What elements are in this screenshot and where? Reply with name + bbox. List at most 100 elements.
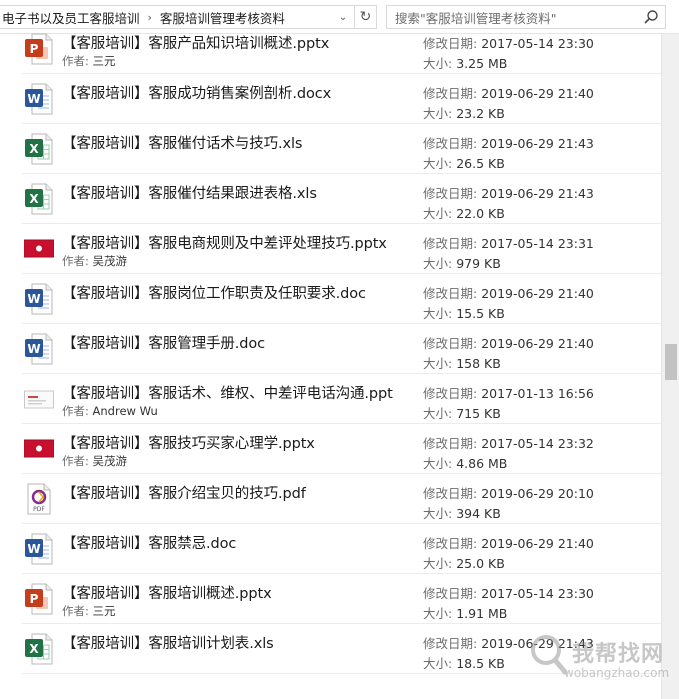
- file-row[interactable]: PDF 【客服培训】客服介绍宝贝的技巧.pdf 修改日期: 2019-06-29 2…: [0, 474, 661, 524]
- file-size: 大小: 715 KB: [423, 403, 501, 422]
- file-row[interactable]: P 【客服培训】客服培训概述.pptx 作者: 三元 修改日期: 2017-05-14…: [0, 574, 661, 624]
- file-row[interactable]: X 【客服培训】客服培训计划表.xls 修改日期: 2019-06-29 21:43…: [0, 624, 661, 674]
- author-label: 作者:: [62, 454, 89, 468]
- author-value: 吴茂游: [92, 254, 128, 268]
- file-row[interactable]: P 【客服培训】客服产品知识培训概述.pptx 作者: 三元 修改日期: 2017-0…: [0, 24, 661, 74]
- file-name[interactable]: 【客服培训】客服话术、维权、中差评电话沟通.ppt: [62, 382, 393, 403]
- svg-text:P: P: [30, 42, 39, 56]
- file-row[interactable]: W 【客服培训】客服管理手册.doc 修改日期: 2019-06-29 21:40 大…: [0, 324, 661, 374]
- file-row[interactable]: W 【客服培训】客服禁忌.doc 修改日期: 2019-06-29 21:40 大小:…: [0, 524, 661, 574]
- file-list: P 【客服培训】客服产品知识培训概述.pptx 作者: 三元 修改日期: 2017-0…: [0, 24, 661, 699]
- word-icon: W: [24, 333, 54, 365]
- file-name[interactable]: 【客服培训】客服禁忌.doc: [62, 532, 236, 553]
- author-value: Andrew Wu: [92, 404, 158, 418]
- author-label: 作者:: [62, 404, 89, 418]
- author-value: 吴茂游: [92, 454, 128, 468]
- author-value: 三元: [92, 604, 116, 618]
- file-name[interactable]: 【客服培训】客服培训计划表.xls: [62, 632, 274, 653]
- file-name[interactable]: 【客服培训】客服成功销售案例剖析.docx: [62, 82, 331, 103]
- modified-value: 2017-05-14 23:30: [481, 586, 594, 601]
- size-label: 大小:: [423, 106, 453, 121]
- slide-thumbnail-icon: [23, 433, 55, 465]
- file-name[interactable]: 【客服培训】客服岗位工作职责及任职要求.doc: [62, 282, 366, 303]
- file-modified: 修改日期: 2019-06-29 21:40: [423, 533, 594, 552]
- search-icon[interactable]: [643, 9, 659, 25]
- author-value: 三元: [92, 54, 116, 68]
- modified-value: 2019-06-29 21:43: [481, 636, 594, 651]
- file-size: 大小: 1.91 MB: [423, 603, 507, 622]
- size-label: 大小:: [423, 256, 453, 271]
- scrollbar-thumb[interactable]: [665, 344, 677, 380]
- svg-text:P: P: [30, 592, 39, 606]
- file-modified: 修改日期: 2019-06-29 20:10: [423, 483, 594, 502]
- size-label: 大小:: [423, 606, 453, 621]
- modified-value: 2019-06-29 21:40: [481, 336, 594, 351]
- size-value: 22.0 KB: [456, 206, 505, 221]
- excel-icon: X: [24, 633, 54, 665]
- modified-value: 2019-06-29 21:43: [481, 136, 594, 151]
- modified-label: 修改日期:: [423, 86, 478, 101]
- modified-label: 修改日期:: [423, 386, 478, 401]
- file-name[interactable]: 【客服培训】客服技巧买家心理学.pptx: [62, 432, 315, 453]
- pdf-icon: PDF: [24, 483, 54, 515]
- modified-label: 修改日期:: [423, 436, 478, 451]
- file-modified: 修改日期: 2019-06-29 21:43: [423, 133, 594, 152]
- modified-label: 修改日期:: [423, 586, 478, 601]
- file-modified: 修改日期: 2017-05-14 23:30: [423, 33, 594, 52]
- author-label: 作者:: [62, 604, 89, 618]
- modified-label: 修改日期:: [423, 36, 478, 51]
- file-author: 作者: 吴茂游: [62, 253, 127, 269]
- file-name[interactable]: 【客服培训】客服产品知识培训概述.pptx: [62, 32, 329, 53]
- file-name[interactable]: 【客服培训】客服管理手册.doc: [62, 332, 265, 353]
- file-name[interactable]: 【客服培训】客服催付结果跟进表格.xls: [62, 182, 317, 203]
- powerpoint-icon: P: [24, 583, 54, 615]
- modified-label: 修改日期:: [423, 486, 478, 501]
- file-name[interactable]: 【客服培训】客服培训概述.pptx: [62, 582, 272, 603]
- svg-text:PDF: PDF: [33, 506, 45, 513]
- author-label: 作者:: [62, 54, 89, 68]
- file-size: 大小: 158 KB: [423, 353, 501, 372]
- size-value: 3.25 MB: [456, 56, 508, 71]
- size-label: 大小:: [423, 206, 453, 221]
- breadcrumb-chevron-icon: ›: [147, 10, 152, 24]
- file-name[interactable]: 【客服培训】客服催付话术与技巧.xls: [62, 132, 302, 153]
- size-label: 大小:: [423, 406, 453, 421]
- size-label: 大小:: [423, 506, 453, 521]
- size-label: 大小:: [423, 156, 453, 171]
- modified-value: 2019-06-29 21:40: [481, 536, 594, 551]
- svg-text:X: X: [29, 142, 39, 156]
- file-row[interactable]: 【客服培训】客服话术、维权、中差评电话沟通.ppt 作者: Andrew Wu 修改…: [0, 374, 661, 424]
- file-modified: 修改日期: 2017-05-14 23:32: [423, 433, 594, 452]
- file-row[interactable]: 【客服培训】客服技巧买家心理学.pptx 作者: 吴茂游 修改日期: 2017-05…: [0, 424, 661, 474]
- svg-text:X: X: [29, 642, 39, 656]
- file-row[interactable]: W 【客服培训】客服岗位工作职责及任职要求.doc 修改日期: 2019-06-29…: [0, 274, 661, 324]
- size-value: 18.5 KB: [456, 656, 505, 671]
- file-row[interactable]: W 【客服培训】客服成功销售案例剖析.docx 修改日期: 2019-06-29 2…: [0, 74, 661, 124]
- file-modified: 修改日期: 2019-06-29 21:43: [423, 633, 594, 652]
- size-label: 大小:: [423, 456, 453, 471]
- word-icon: W: [24, 533, 54, 565]
- modified-label: 修改日期:: [423, 236, 478, 251]
- file-size: 大小: 25.0 KB: [423, 553, 505, 572]
- file-row[interactable]: X 【客服培训】客服催付话术与技巧.xls 修改日期: 2019-06-29 21:…: [0, 124, 661, 174]
- svg-text:W: W: [27, 542, 40, 556]
- size-label: 大小:: [423, 306, 453, 321]
- modified-value: 2019-06-29 21:40: [481, 286, 594, 301]
- modified-value: 2017-05-14 23:32: [481, 436, 594, 451]
- size-value: 23.2 KB: [456, 106, 505, 121]
- file-author: 作者: 三元: [62, 603, 116, 619]
- file-row[interactable]: 【客服培训】客服电商规则及中差评处理技巧.pptx 作者: 吴茂游 修改日期: 20…: [0, 224, 661, 274]
- file-modified: 修改日期: 2017-05-14 23:30: [423, 583, 594, 602]
- file-size: 大小: 23.2 KB: [423, 103, 505, 122]
- file-row[interactable]: X 【客服培训】客服催付结果跟进表格.xls 修改日期: 2019-06-29 21…: [0, 174, 661, 224]
- file-name[interactable]: 【客服培训】客服电商规则及中差评处理技巧.pptx: [62, 232, 387, 253]
- size-value: 394 KB: [456, 506, 501, 521]
- size-label: 大小:: [423, 56, 453, 71]
- vertical-scrollbar[interactable]: [661, 34, 679, 699]
- file-size: 大小: 22.0 KB: [423, 203, 505, 222]
- slide-thumbnail-icon: [24, 383, 54, 415]
- modified-value: 2019-06-29 21:43: [481, 186, 594, 201]
- file-name[interactable]: 【客服培训】客服介绍宝贝的技巧.pdf: [62, 482, 306, 503]
- svg-text:W: W: [27, 292, 40, 306]
- author-label: 作者:: [62, 254, 89, 268]
